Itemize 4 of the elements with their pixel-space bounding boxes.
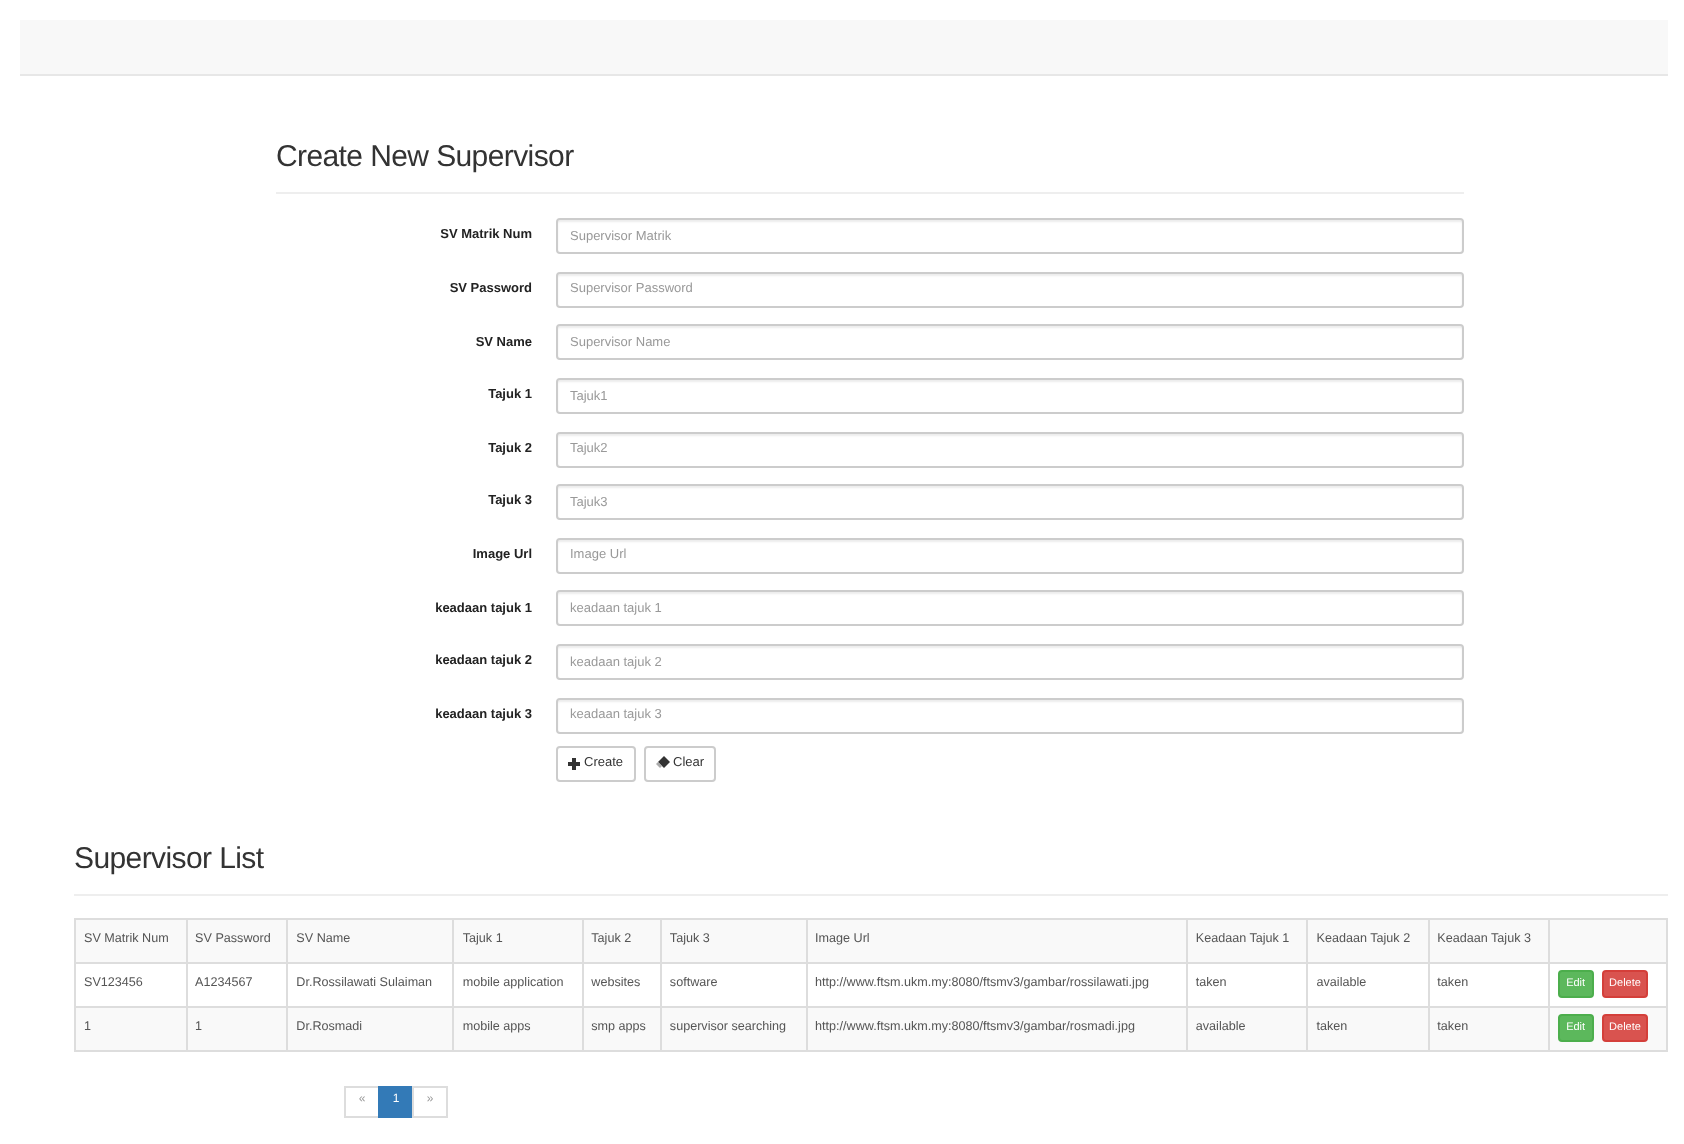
eraser-icon xyxy=(655,756,670,771)
list-title: Supervisor List xyxy=(74,841,266,878)
form-title: Create New Supervisor xyxy=(276,140,576,176)
plus-icon xyxy=(568,757,580,770)
